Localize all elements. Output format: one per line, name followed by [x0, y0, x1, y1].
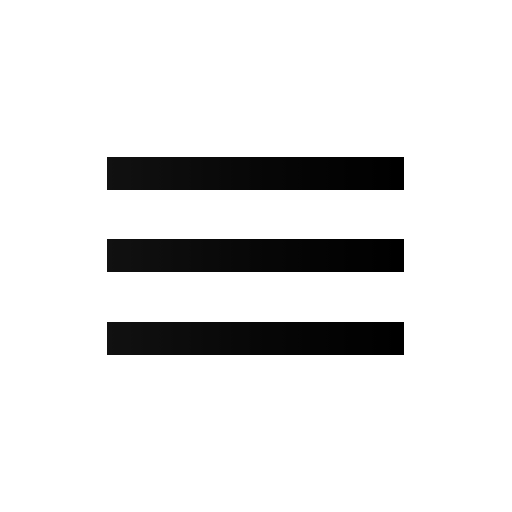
- menu-icon-bar-bottom: [107, 322, 404, 355]
- menu-button[interactable]: [107, 157, 404, 355]
- hamburger-menu-icon[interactable]: [107, 157, 404, 355]
- menu-icon-bar-middle: [107, 239, 404, 272]
- icon-canvas: [0, 0, 512, 512]
- menu-icon-bar-top: [107, 157, 404, 190]
